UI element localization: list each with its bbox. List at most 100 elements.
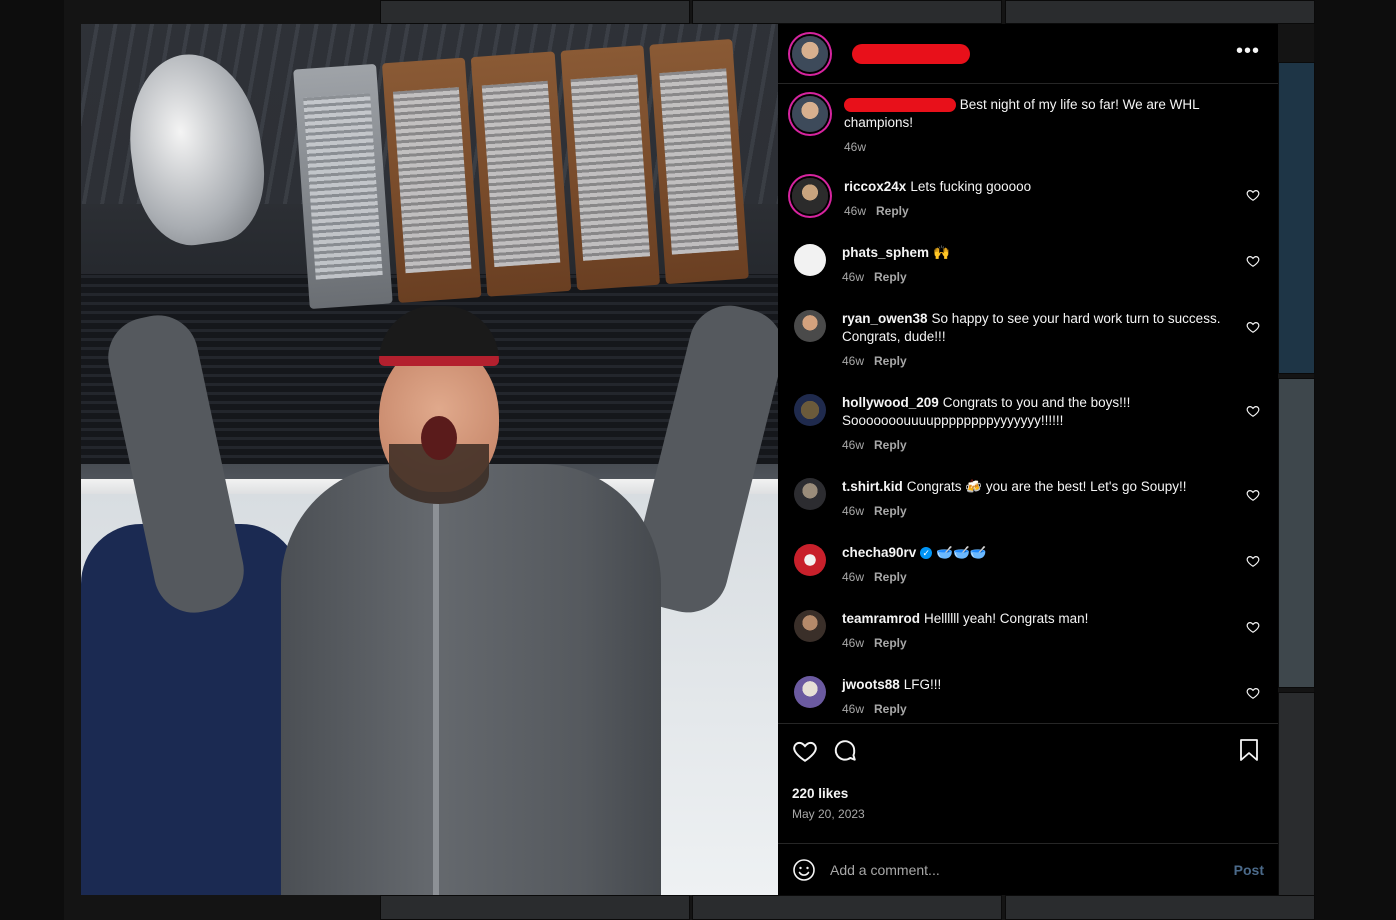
- reply-button[interactable]: Reply: [874, 702, 907, 716]
- comment-username[interactable]: checha90rv: [842, 545, 916, 560]
- post-date: May 20, 2023: [792, 807, 865, 821]
- commenter-avatar[interactable]: [792, 178, 828, 214]
- comment-meta: 46w Reply: [844, 202, 1234, 220]
- comment-username[interactable]: hollywood_209: [842, 395, 939, 410]
- reply-button[interactable]: Reply: [874, 636, 907, 650]
- post-side-panel: ••• Best night of my life so far! We are…: [778, 24, 1278, 895]
- background-post-tile[interactable]: [380, 0, 690, 24]
- reply-button[interactable]: Reply: [874, 570, 907, 584]
- comment-body: riccox24x Lets fucking gooooo 46w Reply: [844, 178, 1234, 220]
- comment-body: teamramrod Hellllll yeah! Congrats man! 4…: [842, 610, 1232, 652]
- more-horizontal-icon[interactable]: •••: [1236, 41, 1260, 61]
- comment-item: jwoots88 LFG!!! 46w Reply: [792, 676, 1264, 723]
- gray-jacket: [281, 464, 661, 895]
- comment-username[interactable]: t.shirt.kid: [842, 479, 903, 494]
- comment-username[interactable]: teamramrod: [842, 611, 920, 626]
- post-actions: 220 likes May 20, 2023: [778, 723, 1278, 843]
- commenter-avatar[interactable]: [794, 478, 826, 510]
- background-post-tile[interactable]: [1005, 895, 1315, 920]
- comment-text: Hellllll yeah! Congrats man!: [924, 611, 1089, 626]
- commenter-avatar[interactable]: [794, 394, 826, 426]
- comment-username[interactable]: ryan_owen38: [842, 311, 928, 326]
- comment-body: phats_sphem 🙌 46w Reply: [842, 244, 1232, 286]
- background-post-tile[interactable]: [380, 895, 690, 920]
- author-avatar[interactable]: [792, 35, 828, 72]
- trophy-tier: [649, 38, 749, 285]
- heart-icon[interactable]: [1246, 404, 1260, 418]
- comment-username[interactable]: phats_sphem: [842, 245, 929, 260]
- heart-icon[interactable]: [1246, 620, 1260, 634]
- heart-icon[interactable]: [1246, 554, 1260, 568]
- comment-text: LFG!!!: [903, 677, 942, 692]
- comment-text: 🙌: [933, 245, 950, 260]
- comment-time: 46w: [842, 438, 865, 452]
- verified-badge-icon: ✓: [920, 547, 933, 560]
- post-photo[interactable]: [81, 24, 778, 895]
- comment-text: 🥣🥣🥣: [936, 545, 987, 560]
- heart-icon[interactable]: [1246, 320, 1260, 334]
- commenter-avatar[interactable]: [794, 544, 826, 576]
- action-row: [792, 736, 1264, 766]
- heart-icon[interactable]: [1246, 188, 1260, 202]
- comment-body: t.shirt.kid Congrats 🍻 you are the best! …: [842, 478, 1232, 520]
- reply-button[interactable]: Reply: [874, 270, 907, 284]
- commenter-avatar[interactable]: [794, 310, 826, 342]
- comment-meta: 46w Reply: [842, 568, 1232, 586]
- emoji-smile-icon[interactable]: [792, 858, 816, 882]
- post-comment-button[interactable]: Post: [1234, 862, 1264, 878]
- heart-icon[interactable]: [1246, 686, 1260, 700]
- caption-time: 46w: [844, 140, 867, 154]
- likes-count[interactable]: 220 likes: [792, 786, 1264, 801]
- trophy-tier: [560, 45, 660, 291]
- background-post-tile[interactable]: [1005, 0, 1315, 24]
- comment-time: 46w: [842, 354, 865, 368]
- comment-item: hollywood_209 Congrats to you and the boy…: [792, 394, 1264, 478]
- commenter-avatar[interactable]: [794, 676, 826, 708]
- comment-meta: 46w Reply: [842, 634, 1232, 652]
- open-mouth: [421, 416, 457, 460]
- redacted-username: [844, 98, 956, 113]
- comment-meta: 46w Reply: [842, 502, 1232, 520]
- bookmark-icon[interactable]: [1238, 738, 1260, 762]
- author-avatar[interactable]: [792, 96, 828, 132]
- comment-item: t.shirt.kid Congrats 🍻 you are the best! …: [792, 478, 1264, 544]
- background-post-tile[interactable]: [692, 0, 1002, 24]
- background-post-tile[interactable]: [692, 895, 1002, 920]
- comment-username[interactable]: jwoots88: [842, 677, 900, 692]
- comment-body: checha90rv ✓ 🥣🥣🥣 46w Reply: [842, 544, 1232, 586]
- background-post-tile[interactable]: [1278, 692, 1315, 920]
- comment-time: 46w: [842, 702, 865, 716]
- comment-time: 46w: [842, 570, 865, 584]
- background-post-tile[interactable]: [1278, 62, 1315, 374]
- comment-body: ryan_owen38 So happy to see your hard wor…: [842, 310, 1232, 370]
- commenter-avatar[interactable]: [794, 244, 826, 276]
- comment-item: ryan_owen38 So happy to see your hard wor…: [792, 310, 1264, 394]
- comment-item: checha90rv ✓ 🥣🥣🥣 46w Reply: [792, 544, 1264, 610]
- comment-item: teamramrod Hellllll yeah! Congrats man! 4…: [792, 610, 1264, 676]
- comment-time: 46w: [842, 504, 865, 518]
- reply-button[interactable]: Reply: [874, 438, 907, 452]
- comment-input[interactable]: [830, 861, 1234, 878]
- comment-bubble-icon[interactable]: [832, 738, 858, 764]
- comment-time: 46w: [842, 270, 865, 284]
- post-modal: ••• Best night of my life so far! We are…: [81, 24, 1278, 895]
- comment-body: hollywood_209 Congrats to you and the boy…: [842, 394, 1232, 454]
- comment-body: jwoots88 LFG!!! 46w Reply: [842, 676, 1232, 718]
- heart-icon[interactable]: [792, 738, 818, 764]
- comments-list[interactable]: Best night of my life so far! We are WHL…: [778, 84, 1278, 723]
- commenter-avatar[interactable]: [794, 610, 826, 642]
- caption-meta: 46w: [844, 138, 1234, 156]
- add-comment-bar: Post: [778, 843, 1278, 895]
- heart-icon[interactable]: [1246, 254, 1260, 268]
- heart-icon[interactable]: [1246, 488, 1260, 502]
- reply-button[interactable]: Reply: [874, 354, 907, 368]
- reply-button[interactable]: Reply: [874, 504, 907, 518]
- comment-meta: 46w Reply: [842, 268, 1232, 286]
- reply-button[interactable]: Reply: [876, 204, 909, 218]
- comment-meta: 46w Reply: [842, 700, 1232, 718]
- comment-username[interactable]: riccox24x: [844, 179, 906, 194]
- trophy-tier: [293, 63, 393, 310]
- post-header: •••: [778, 24, 1278, 84]
- background-post-tile[interactable]: [1278, 378, 1315, 688]
- comment-time: 46w: [842, 636, 865, 650]
